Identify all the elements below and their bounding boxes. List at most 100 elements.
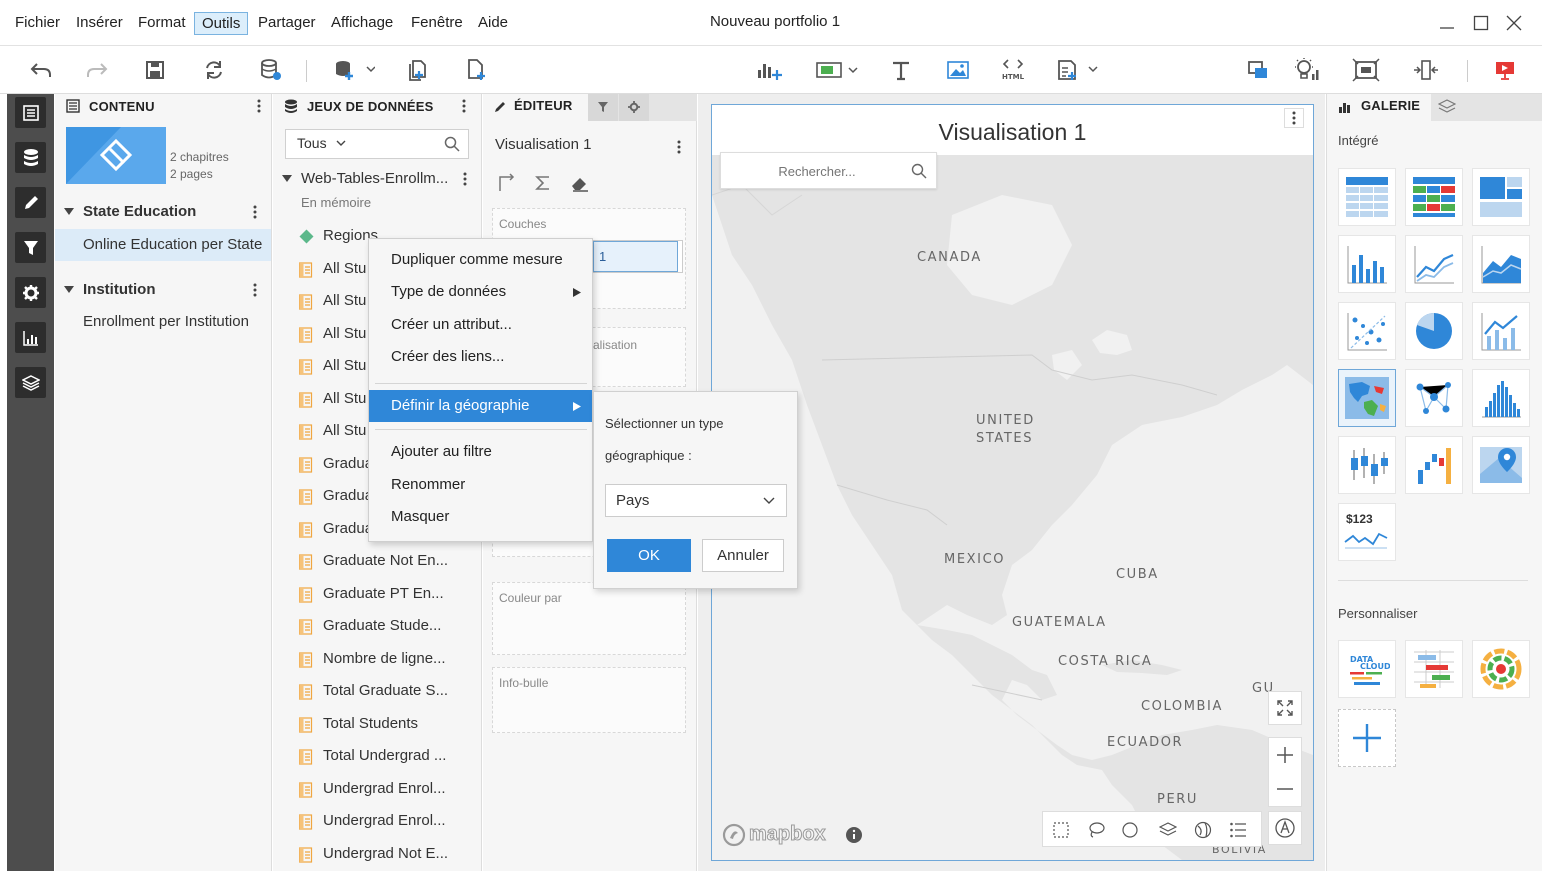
network-icon[interactable] [1405,369,1463,427]
menu-affichage[interactable]: Affichage [324,12,400,35]
resize-icon[interactable] [1411,56,1441,84]
heatmap-grid-icon[interactable] [1405,168,1463,226]
layer-pill[interactable]: 1 [593,241,678,272]
cancel-button[interactable]: Annuler [702,539,784,572]
pie-chart-icon[interactable] [1405,302,1463,360]
ctx-create-attribute[interactable]: Créer un attribut... [369,309,592,341]
lasso-select-icon[interactable] [1087,822,1105,838]
datasets-kebab-icon[interactable] [462,99,466,113]
search-icon[interactable] [444,136,460,152]
refresh-icon[interactable] [199,56,229,84]
ctx-hide[interactable]: Masquer [369,501,592,533]
info-icon[interactable] [845,826,863,844]
viz-container[interactable]: Visualisation 1 CANADA UNITED STATES MEX… [711,104,1314,861]
ctx-add-to-filter[interactable]: Ajouter au filtre [369,436,592,468]
present-icon[interactable] [1490,56,1520,84]
contents-kebab-icon[interactable] [257,99,261,113]
ctx-create-links[interactable]: Créer des liens... [369,341,592,373]
chapter-title[interactable]: Institution [83,281,155,298]
layout-icon[interactable] [1243,56,1273,84]
editor-pencil-icon[interactable] [15,187,46,218]
line-chart-icon[interactable] [1405,235,1463,293]
menu-inserer[interactable]: Insérer [69,12,130,35]
compass-reset-icon[interactable] [1268,811,1302,845]
box-plot-icon[interactable] [1338,436,1396,494]
html-icon[interactable]: HTML [998,56,1028,84]
fullscreen-icon[interactable] [1268,691,1302,725]
combo-chart-icon[interactable] [1472,302,1530,360]
widget-icon[interactable] [1055,56,1101,84]
rect-select-icon[interactable] [1053,822,1069,838]
data-cloud-icon[interactable]: DATA CLOUD [1338,640,1396,698]
chapter-title[interactable]: State Education [83,203,196,220]
legend-list-icon[interactable] [1229,821,1247,839]
menu-partager[interactable]: Partager [251,12,323,35]
swap-axes-icon[interactable] [497,173,517,193]
image-icon[interactable] [943,56,973,84]
filter-dropdown-value[interactable]: Tous [297,135,327,151]
gantt-icon[interactable] [1405,640,1463,698]
zoom-in-icon[interactable] [1269,738,1301,772]
ctx-define-geography[interactable]: Définir la géographie [369,390,592,422]
filter-icon[interactable] [15,232,46,263]
map-search-box[interactable] [720,152,937,189]
datasets-icon[interactable] [15,142,46,173]
geo-type-select[interactable]: Pays [605,484,787,517]
page-label[interactable]: Enrollment per Institution [83,313,249,330]
filter-selector-icon[interactable] [815,56,861,84]
undo-icon[interactable] [26,56,56,84]
search-icon[interactable] [911,163,927,179]
grid-table-icon[interactable] [1338,168,1396,226]
add-custom-icon[interactable] [1338,709,1396,767]
insights-icon[interactable] [1292,56,1322,84]
histogram-icon[interactable] [1472,369,1530,427]
drop-zone-infobulle[interactable]: Info-bulle [492,667,686,733]
data-source-icon[interactable] [256,56,286,84]
ctx-rename[interactable]: Renommer [369,469,592,501]
menu-fenetre[interactable]: Fenêtre [404,12,470,35]
map-chart-icon[interactable] [1338,369,1396,427]
ctx-duplicate-as-metric[interactable]: Dupliquer comme mesure [369,244,592,276]
menu-format[interactable]: Format [131,12,193,35]
format-chart-icon[interactable] [15,322,46,353]
globe-icon[interactable] [1194,821,1212,839]
text-icon[interactable] [886,56,916,84]
viz-kebab-icon[interactable] [677,140,681,154]
screen-fit-icon[interactable] [1351,56,1381,84]
vertical-bar-icon[interactable] [1338,235,1396,293]
sigma-icon[interactable] [534,174,552,192]
dataset-source-name[interactable]: Web-Tables-Enrollm... [301,170,448,187]
chapter-collapse-icon[interactable] [64,208,74,216]
minimize-icon[interactable] [1436,12,1458,34]
menu-aide[interactable]: Aide [471,12,515,35]
layers-icon[interactable] [15,367,46,398]
chapter-kebab-icon[interactable] [253,283,257,297]
tab-gallery[interactable]: GALERIE [1327,94,1431,121]
duplicate-page-icon[interactable] [403,56,433,84]
menu-outils[interactable]: Outils [194,12,249,35]
waterfall-icon[interactable] [1405,436,1463,494]
settings-gear-icon[interactable] [15,277,46,308]
table-of-contents-icon[interactable] [15,97,46,128]
tab-format[interactable] [619,94,649,121]
menu-fichier[interactable]: Fichier [8,12,67,35]
chapter-collapse-icon[interactable] [64,286,74,294]
area-chart-icon[interactable] [1472,235,1530,293]
viz-kebab-icon[interactable] [1284,108,1304,128]
map-search-input[interactable] [727,159,907,183]
page-item-selected[interactable]: Online Education per State [55,229,271,261]
save-icon[interactable] [140,56,170,84]
ok-button[interactable]: OK [607,539,691,572]
circle-select-icon[interactable] [1122,822,1138,838]
tab-layers[interactable] [1431,94,1461,121]
viz-name[interactable]: Visualisation 1 [495,136,591,153]
zoom-out-icon[interactable] [1269,772,1301,806]
layers-icon[interactable] [1159,821,1177,839]
maximize-icon[interactable] [1470,12,1492,34]
chevron-down-icon[interactable] [336,140,346,147]
map-pin-icon[interactable] [1472,436,1530,494]
dataset-kebab-icon[interactable] [463,172,467,186]
map-area[interactable] [712,155,1313,860]
drop-zone-couleur[interactable]: Couleur par [492,582,686,655]
kpi-layout-icon[interactable] [1472,168,1530,226]
